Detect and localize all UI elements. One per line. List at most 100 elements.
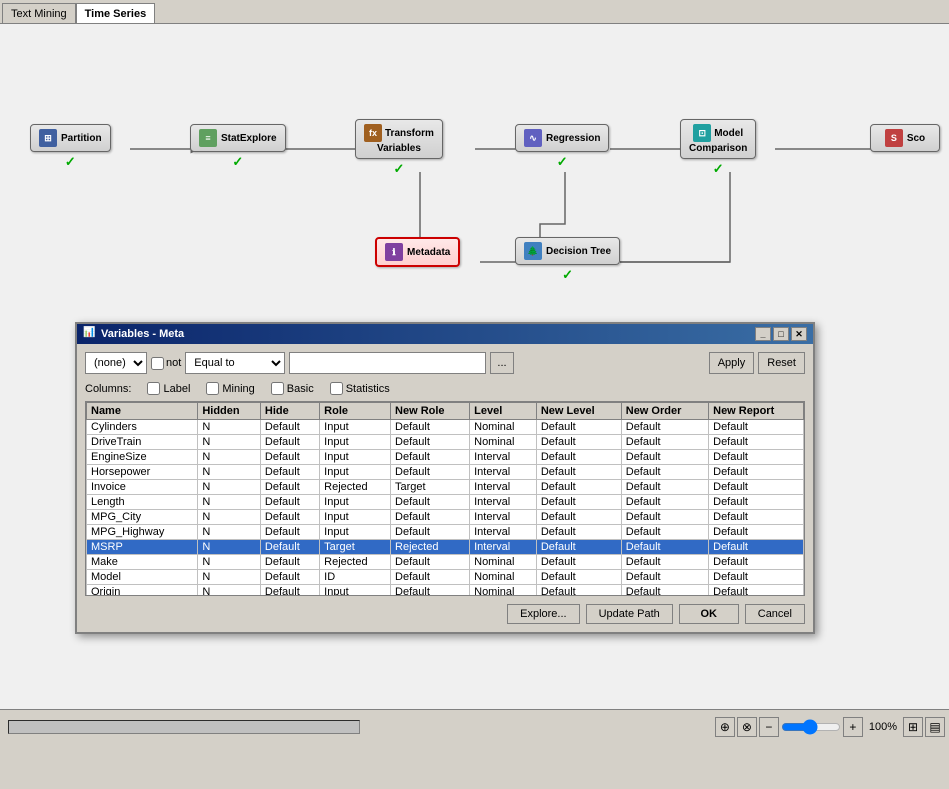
node-metadata[interactable]: ℹ Metadata bbox=[375, 237, 460, 267]
table-row[interactable]: ModelNDefaultIDDefaultNominalDefaultDefa… bbox=[87, 570, 804, 585]
variables-dialog: 📊 Variables - Meta _ □ ✕ (none) not bbox=[75, 322, 815, 634]
node-partition-label: Partition bbox=[61, 133, 102, 144]
table-row[interactable]: InvoiceNDefaultRejectedTargetIntervalDef… bbox=[87, 480, 804, 495]
node-regression[interactable]: ∿ Regression ✓ bbox=[515, 124, 609, 170]
fit-page-btn[interactable]: ⊞ bbox=[903, 717, 923, 737]
col-new-level: New Level bbox=[536, 403, 621, 420]
table-row[interactable]: MPG_CityNDefaultInputDefaultIntervalDefa… bbox=[87, 510, 804, 525]
dialog-title-text: Variables - Meta bbox=[101, 328, 184, 340]
variables-table: Name Hidden Hide Role New Role Level New… bbox=[86, 402, 804, 596]
col-hide: Hide bbox=[260, 403, 319, 420]
table-row[interactable]: HorsepowerNDefaultInputDefaultIntervalDe… bbox=[87, 465, 804, 480]
col-level: Level bbox=[470, 403, 537, 420]
navigate-btn-1[interactable]: ⊕ bbox=[715, 717, 735, 737]
node-statexplore-label: StatExplore bbox=[221, 133, 277, 144]
cancel-btn[interactable]: Cancel bbox=[745, 604, 805, 624]
statexplore-check: ✓ bbox=[232, 154, 243, 170]
zoom-controls: ⊕ ⊗ − + 100% ⊞ ▤ bbox=[715, 717, 945, 737]
tab-text-mining[interactable]: Text Mining bbox=[2, 3, 76, 23]
node-model-label: Model bbox=[714, 128, 743, 139]
basic-checkbox[interactable] bbox=[271, 382, 284, 395]
label-checkbox[interactable] bbox=[147, 382, 160, 395]
model-icon: ⊡ bbox=[693, 124, 711, 142]
columns-row: Columns: Label Mining Basic Statistics bbox=[85, 382, 805, 395]
dialog-minimize-btn[interactable]: _ bbox=[755, 327, 771, 341]
partition-icon: ⊞ bbox=[39, 129, 57, 147]
dialog-title-icon: 📊 bbox=[83, 327, 97, 341]
node-statexplore[interactable]: ≡ StatExplore ✓ bbox=[190, 124, 286, 170]
table-header-row: Name Hidden Hide Role New Role Level New… bbox=[87, 403, 804, 420]
model-check: ✓ bbox=[713, 161, 724, 177]
partition-check: ✓ bbox=[65, 154, 76, 170]
table-row[interactable]: DriveTrainNDefaultInputDefaultNominalDef… bbox=[87, 435, 804, 450]
col-name: Name bbox=[87, 403, 198, 420]
dialog-buttons: Explore... Update Path OK Cancel bbox=[85, 604, 805, 624]
canvas-area: ⊞ Partition ✓ ≡ StatExplore ✓ fx Transfo… bbox=[0, 24, 949, 744]
col-new-order: New Order bbox=[621, 403, 708, 420]
regression-icon: ∿ bbox=[524, 129, 542, 147]
zoom-out-btn[interactable]: − bbox=[759, 717, 779, 737]
zoom-slider[interactable] bbox=[781, 720, 841, 734]
score-icon: S bbox=[885, 129, 903, 147]
table-row[interactable]: LengthNDefaultInputDefaultIntervalDefaul… bbox=[87, 495, 804, 510]
horizontal-scrollbar[interactable] bbox=[8, 720, 360, 734]
mining-checkbox[interactable] bbox=[206, 382, 219, 395]
explore-btn[interactable]: Explore... bbox=[507, 604, 579, 624]
filter-text-input[interactable] bbox=[289, 352, 486, 374]
table-row[interactable]: CylindersNDefaultInputDefaultNominalDefa… bbox=[87, 420, 804, 435]
filter-dropdown[interactable]: (none) bbox=[85, 352, 147, 374]
tab-bar: Text Mining Time Series bbox=[0, 0, 949, 24]
filter-row: (none) not Equal to ... Apply Reset bbox=[85, 352, 805, 374]
table-row[interactable]: MakeNDefaultRejectedDefaultNominalDefaul… bbox=[87, 555, 804, 570]
node-decision-label: Decision Tree bbox=[546, 246, 611, 257]
metadata-icon: ℹ bbox=[385, 243, 403, 261]
node-transform[interactable]: fx Transform Variables ✓ bbox=[355, 119, 443, 177]
dialog-close-btn[interactable]: ✕ bbox=[791, 327, 807, 341]
table-row[interactable]: MPG_HighwayNDefaultInputDefaultIntervalD… bbox=[87, 525, 804, 540]
update-path-btn[interactable]: Update Path bbox=[586, 604, 673, 624]
col-new-role: New Role bbox=[391, 403, 470, 420]
tab-time-series[interactable]: Time Series bbox=[76, 3, 156, 23]
filter-browse-btn[interactable]: ... bbox=[490, 352, 513, 374]
columns-label: Columns: bbox=[85, 383, 131, 395]
filter-apply-btn[interactable]: Apply bbox=[709, 352, 755, 374]
basic-checkbox-label: Basic bbox=[271, 382, 314, 395]
node-metadata-label: Metadata bbox=[407, 247, 450, 258]
table-row[interactable]: MSRPNDefaultTargetRejectedIntervalDefaul… bbox=[87, 540, 804, 555]
variables-table-container: Name Hidden Hide Role New Role Level New… bbox=[85, 401, 805, 596]
table-row[interactable]: EngineSizeNDefaultInputDefaultIntervalDe… bbox=[87, 450, 804, 465]
filter-reset-btn[interactable]: Reset bbox=[758, 352, 805, 374]
statistics-checkbox-label: Statistics bbox=[330, 382, 390, 395]
col-new-report: New Report bbox=[709, 403, 804, 420]
dialog-titlebar: 📊 Variables - Meta _ □ ✕ bbox=[77, 324, 813, 344]
navigate-btn-2[interactable]: ⊗ bbox=[737, 717, 757, 737]
dialog-maximize-btn[interactable]: □ bbox=[773, 327, 789, 341]
node-score-label: Sco bbox=[907, 133, 925, 144]
label-checkbox-label: Label bbox=[147, 382, 190, 395]
ok-btn[interactable]: OK bbox=[679, 604, 739, 624]
transform-icon: fx bbox=[364, 124, 382, 142]
transform-check: ✓ bbox=[394, 161, 405, 177]
node-score[interactable]: S Sco bbox=[870, 124, 940, 152]
table-row[interactable]: OriginNDefaultInputDefaultNominalDefault… bbox=[87, 585, 804, 597]
statistics-checkbox[interactable] bbox=[330, 382, 343, 395]
node-model-comparison[interactable]: ⊡ Model Comparison ✓ bbox=[680, 119, 756, 177]
node-decision-tree[interactable]: 🌲 Decision Tree ✓ bbox=[515, 237, 620, 283]
statexplore-icon: ≡ bbox=[199, 129, 217, 147]
condition-dropdown[interactable]: Equal to bbox=[185, 352, 285, 374]
view-btn[interactable]: ▤ bbox=[925, 717, 945, 737]
node-partition[interactable]: ⊞ Partition ✓ bbox=[30, 124, 111, 170]
decision-check: ✓ bbox=[562, 267, 573, 283]
zoom-in-btn[interactable]: + bbox=[843, 717, 863, 737]
mining-checkbox-label: Mining bbox=[206, 382, 254, 395]
zoom-level: 100% bbox=[865, 721, 901, 733]
node-transform-label: Transform bbox=[385, 128, 434, 139]
not-checkbox-label: not bbox=[151, 357, 181, 370]
node-regression-label: Regression bbox=[546, 133, 600, 144]
bottom-bar: ⊕ ⊗ − + 100% ⊞ ▤ bbox=[0, 709, 949, 744]
decision-icon: 🌲 bbox=[524, 242, 542, 260]
regression-check: ✓ bbox=[557, 154, 568, 170]
not-checkbox[interactable] bbox=[151, 357, 164, 370]
col-hidden: Hidden bbox=[198, 403, 261, 420]
col-role: Role bbox=[320, 403, 391, 420]
